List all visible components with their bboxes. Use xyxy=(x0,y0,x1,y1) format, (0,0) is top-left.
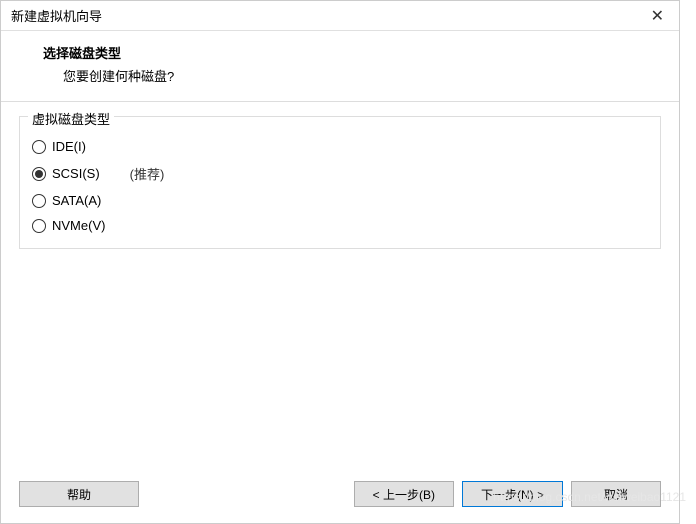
radio-icon xyxy=(32,167,46,181)
close-icon[interactable]: ✕ xyxy=(646,6,669,26)
radio-option-scsi[interactable]: SCSI(S) (推荐) xyxy=(32,159,648,188)
content-area: 虚拟磁盘类型 IDE(I) SCSI(S) (推荐) SATA(A) xyxy=(1,102,679,469)
radio-icon xyxy=(32,219,46,233)
radio-icon xyxy=(32,194,46,208)
header-subtitle: 您要创建何种磁盘? xyxy=(43,66,659,85)
header-title: 选择磁盘类型 xyxy=(43,43,659,62)
radio-option-sata[interactable]: SATA(A) xyxy=(32,188,648,213)
help-button[interactable]: 帮助 xyxy=(19,481,139,507)
radio-label: SCSI(S) xyxy=(52,166,100,181)
wizard-header: 选择磁盘类型 您要创建何种磁盘? xyxy=(1,31,679,102)
radio-label: IDE(I) xyxy=(52,139,86,154)
button-bar: 帮助 < 上一步(B) 下一步(N) > 取消 xyxy=(1,469,679,523)
titlebar: 新建虚拟机向导 ✕ xyxy=(1,1,679,31)
radio-hint: (推荐) xyxy=(130,164,165,183)
back-button[interactable]: < 上一步(B) xyxy=(354,481,454,507)
cancel-button[interactable]: 取消 xyxy=(571,481,661,507)
window-title: 新建虚拟机向导 xyxy=(11,6,102,25)
radio-option-nvme[interactable]: NVMe(V) xyxy=(32,213,648,238)
group-legend: 虚拟磁盘类型 xyxy=(28,109,114,128)
radio-option-ide[interactable]: IDE(I) xyxy=(32,134,648,159)
wizard-dialog: 新建虚拟机向导 ✕ 选择磁盘类型 您要创建何种磁盘? 虚拟磁盘类型 IDE(I)… xyxy=(0,0,680,524)
radio-icon xyxy=(32,140,46,154)
next-button[interactable]: 下一步(N) > xyxy=(462,481,563,507)
radio-label: NVMe(V) xyxy=(52,218,105,233)
disk-type-group: 虚拟磁盘类型 IDE(I) SCSI(S) (推荐) SATA(A) xyxy=(19,116,661,249)
radio-list: IDE(I) SCSI(S) (推荐) SATA(A) NVMe(V) xyxy=(32,134,648,238)
radio-label: SATA(A) xyxy=(52,193,101,208)
